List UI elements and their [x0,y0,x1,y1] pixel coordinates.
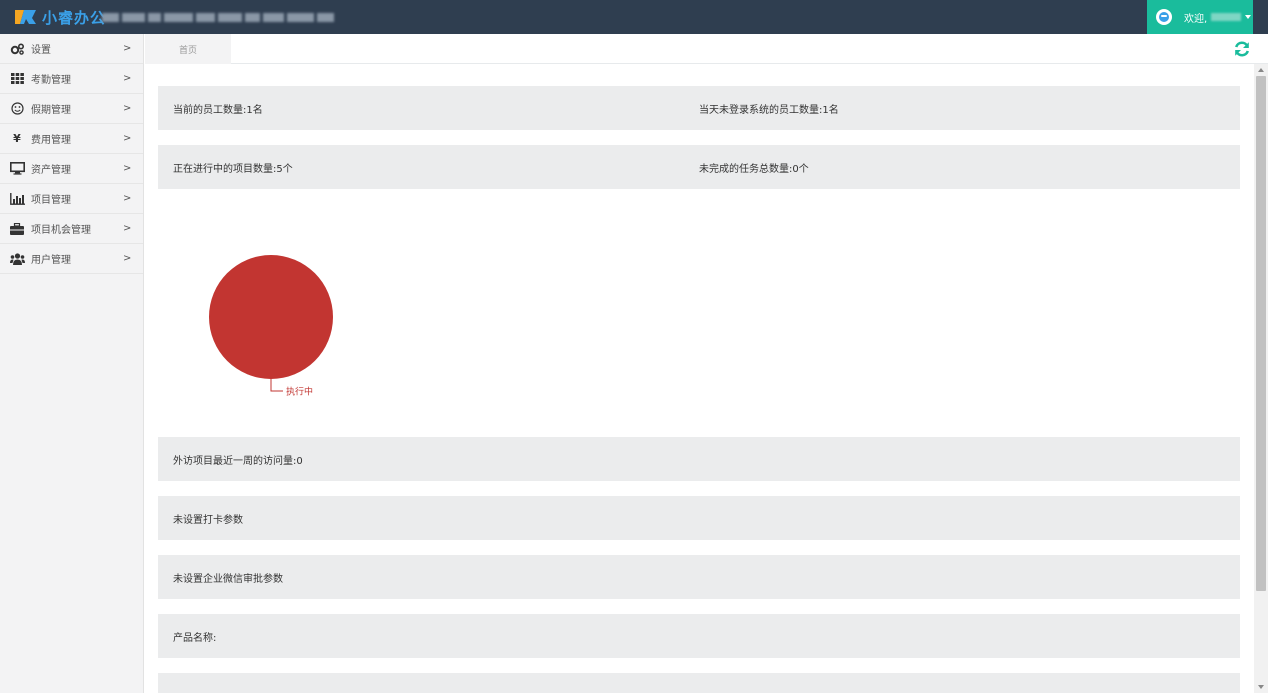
sidebar-item-assets[interactable]: 资产管理 > [0,154,143,184]
sidebar-item-label: 用户管理 [31,255,71,266]
scroll-down-icon[interactable] [1258,685,1264,689]
sidebar-item-leave[interactable]: 假期管理 > [0,94,143,124]
welcome-text: 欢迎, [1184,13,1208,25]
refresh-icon[interactable] [1232,39,1252,59]
sidebar-item-label: 设置 [31,45,51,56]
gear-icon [9,42,25,56]
caret-down-icon [1245,15,1252,19]
main-content: 当前的员工数量:1名 当天未登录系统的员工数量:1名 正在进行中的项目数量:5个… [145,64,1253,693]
sidebar-item-projects[interactable]: 项目管理 > [0,184,143,214]
sidebar-item-expense[interactable]: ¥ 费用管理 > [0,124,143,154]
stats-panel-visits: 外访项目最近一周的访问量:0 [158,437,1240,481]
username-blurred [1211,13,1242,21]
sidebar: 设置 > 考勤管理 > 假期管理 > ¥ 费用管理 > 资产管理 > 项目管理 … [0,34,144,693]
stats-panel-checkin: 未设置打卡参数 [158,496,1240,540]
pie-slice[interactable] [209,255,333,379]
projects-in-progress-text: 正在进行中的项目数量:5个 [173,163,293,175]
visit-count-text: 外访项目最近一周的访问量:0 [173,455,303,467]
user-menu[interactable]: 欢迎, [1147,0,1253,34]
logo-icon [15,10,36,24]
sidebar-item-label: 项目管理 [31,195,71,206]
top-navbar: 小睿办公 欢迎, [0,0,1268,34]
project-status-pie-chart: 执行中 [209,255,333,398]
users-icon [9,252,25,266]
sidebar-item-settings[interactable]: 设置 > [0,34,143,64]
chevron-right-icon: > [123,73,132,84]
app-logo[interactable]: 小睿办公 [14,7,106,27]
stats-panel-employees: 当前的员工数量:1名 当天未登录系统的员工数量:1名 [158,86,1240,130]
chevron-right-icon: > [123,163,132,174]
avatar [1156,9,1172,25]
chevron-right-icon: > [123,103,132,114]
bar-chart-icon [9,192,25,206]
sidebar-item-label: 项目机会管理 [31,225,91,236]
grid-icon [9,72,25,86]
chevron-right-icon: > [123,223,132,234]
yen-icon: ¥ [13,132,21,145]
stats-panel-more [158,673,1240,693]
monitor-icon [9,162,25,176]
scroll-thumb[interactable] [1256,76,1266,591]
stats-panel-product: 产品名称: [158,614,1240,658]
product-name-text: 产品名称: [173,632,217,644]
app-name: 小睿办公 [42,8,107,27]
pie-slice-label: 执行中 [286,386,313,398]
chevron-right-icon: > [123,253,132,264]
tab-home[interactable]: 首页 [145,34,231,64]
company-name-blurred [102,10,334,24]
checkin-params-text: 未设置打卡参数 [173,514,243,526]
pie-label-line [270,379,283,392]
chevron-right-icon: > [123,43,132,54]
sidebar-item-opportunities[interactable]: 项目机会管理 > [0,214,143,244]
chevron-right-icon: > [123,133,132,144]
sidebar-item-label: 资产管理 [31,165,71,176]
wechat-params-text: 未设置企业微信审批参数 [173,573,283,585]
not-logged-in-text: 当天未登录系统的员工数量:1名 [699,104,839,116]
scroll-up-icon[interactable] [1258,68,1264,72]
tab-bar: 首页 [145,34,1268,64]
scrollbar[interactable] [1254,64,1268,693]
sidebar-item-users[interactable]: 用户管理 > [0,244,143,274]
unfinished-tasks-text: 未完成的任务总数量:0个 [699,163,809,175]
stats-panel-projects: 正在进行中的项目数量:5个 未完成的任务总数量:0个 [158,145,1240,189]
briefcase-icon [9,222,25,236]
smile-icon [9,102,25,116]
chevron-right-icon: > [123,193,132,204]
sidebar-item-label: 费用管理 [31,135,71,146]
sidebar-item-label: 考勤管理 [31,75,71,86]
sidebar-item-label: 假期管理 [31,105,71,116]
sidebar-item-attendance[interactable]: 考勤管理 > [0,64,143,94]
stats-panel-wechat: 未设置企业微信审批参数 [158,555,1240,599]
employee-count-text: 当前的员工数量:1名 [173,104,263,116]
